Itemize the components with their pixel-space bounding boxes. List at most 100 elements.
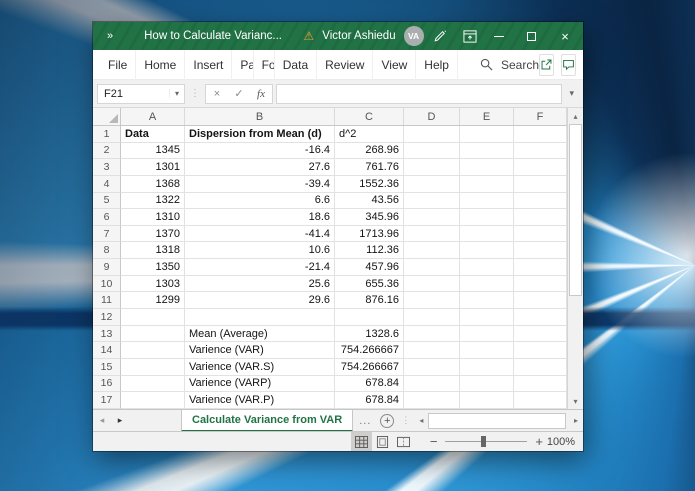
insert-function-button[interactable]: fx: [250, 88, 272, 100]
cell-F11[interactable]: [514, 292, 567, 310]
minimize-button[interactable]: [483, 22, 515, 50]
quick-access-overflow-button[interactable]: »: [93, 30, 124, 42]
scroll-right-icon[interactable]: ▸: [569, 416, 583, 425]
row-header-5[interactable]: 5: [93, 192, 121, 210]
cell-C17[interactable]: 678.84: [335, 392, 404, 409]
cancel-formula-button[interactable]: ×: [206, 88, 228, 100]
cell-F12[interactable]: [514, 309, 567, 326]
row-header-13[interactable]: 13: [93, 325, 121, 343]
column-header-d[interactable]: D: [404, 108, 460, 125]
name-box-dropdown-icon[interactable]: ▾: [168, 89, 184, 98]
cell-A10[interactable]: 1303: [121, 275, 185, 293]
cell-B7[interactable]: -41.4: [185, 225, 335, 243]
cell-C13[interactable]: 1328.6: [335, 325, 404, 343]
cell-B2[interactable]: -16.4: [185, 142, 335, 160]
enter-formula-button[interactable]: ✓: [228, 87, 250, 100]
zoom-in-button[interactable]: +: [535, 434, 543, 449]
row-header-9[interactable]: 9: [93, 259, 121, 276]
cell-C10[interactable]: 655.36: [335, 275, 404, 293]
row-header-14[interactable]: 14: [93, 342, 121, 359]
horizontal-scrollbar-thumb[interactable]: [428, 412, 567, 429]
cell-C5[interactable]: 43.56: [335, 192, 404, 210]
cell-F8[interactable]: [514, 242, 567, 260]
next-sheet-icon[interactable]: ▸: [111, 415, 129, 426]
cell-E10[interactable]: [460, 275, 514, 293]
cell-C11[interactable]: 876.16: [335, 292, 404, 310]
cell-F6[interactable]: [514, 209, 567, 226]
cell-B17[interactable]: Varience (VAR.P): [185, 392, 335, 409]
tab-formulas[interactable]: Formulas: [254, 49, 275, 80]
cell-B1[interactable]: Dispersion from Mean (d): [185, 126, 335, 143]
cell-A3[interactable]: 1301: [121, 159, 185, 176]
cell-A1[interactable]: Data: [121, 126, 185, 143]
cell-F3[interactable]: [514, 159, 567, 176]
cell-D14[interactable]: [404, 342, 460, 359]
cell-E12[interactable]: [460, 309, 514, 326]
page-layout-view-button[interactable]: [372, 432, 393, 451]
ribbon-display-options-icon[interactable]: [457, 22, 483, 50]
cell-D13[interactable]: [404, 325, 460, 343]
more-sheets-button[interactable]: ...: [353, 415, 377, 427]
cell-E4[interactable]: [460, 175, 514, 193]
cell-F1[interactable]: [514, 126, 567, 143]
cell-D8[interactable]: [404, 242, 460, 260]
previous-sheet-icon[interactable]: ◂: [93, 415, 111, 426]
vertical-scrollbar[interactable]: ▴ ▾: [567, 108, 583, 409]
cell-A17[interactable]: [121, 392, 185, 409]
formula-input[interactable]: [276, 83, 563, 104]
cell-F10[interactable]: [514, 275, 567, 293]
tab-review[interactable]: Review: [317, 49, 374, 80]
row-header-10[interactable]: 10: [93, 275, 121, 293]
cell-D2[interactable]: [404, 142, 460, 160]
name-box[interactable]: F21 ▾: [97, 83, 185, 104]
row-header-1[interactable]: 1: [93, 126, 121, 143]
cell-B16[interactable]: Varience (VARP): [185, 375, 335, 393]
maximize-button[interactable]: [515, 22, 547, 50]
cell-B6[interactable]: 18.6: [185, 209, 335, 226]
cell-F17[interactable]: [514, 392, 567, 409]
tab-page-layout[interactable]: Page Lay: [232, 49, 254, 80]
cell-A7[interactable]: 1370: [121, 225, 185, 243]
cell-D3[interactable]: [404, 159, 460, 176]
cell-E1[interactable]: [460, 126, 514, 143]
scroll-left-icon[interactable]: ◂: [414, 416, 428, 425]
cell-F9[interactable]: [514, 259, 567, 276]
cell-C4[interactable]: 1552.36: [335, 175, 404, 193]
page-break-preview-button[interactable]: [393, 432, 414, 451]
cell-E11[interactable]: [460, 292, 514, 310]
cell-F14[interactable]: [514, 342, 567, 359]
zoom-level[interactable]: 100%: [543, 436, 583, 448]
horizontal-scrollbar[interactable]: ◂ ▸: [414, 410, 583, 431]
row-header-15[interactable]: 15: [93, 358, 121, 376]
cell-B14[interactable]: Varience (VAR): [185, 342, 335, 359]
cell-A9[interactable]: 1350: [121, 259, 185, 276]
cell-F4[interactable]: [514, 175, 567, 193]
normal-view-button[interactable]: [350, 432, 372, 451]
cell-F16[interactable]: [514, 375, 567, 393]
column-header-f[interactable]: F: [514, 108, 567, 125]
cell-E9[interactable]: [460, 259, 514, 276]
cell-A4[interactable]: 1368: [121, 175, 185, 193]
cell-C15[interactable]: 754.266667: [335, 358, 404, 376]
cell-A11[interactable]: 1299: [121, 292, 185, 310]
cell-A14[interactable]: [121, 342, 185, 359]
tab-data[interactable]: Data: [275, 49, 318, 80]
cell-D4[interactable]: [404, 175, 460, 193]
cell-B8[interactable]: 10.6: [185, 242, 335, 260]
cell-E3[interactable]: [460, 159, 514, 176]
cell-B5[interactable]: 6.6: [185, 192, 335, 210]
cell-E2[interactable]: [460, 142, 514, 160]
select-all-corner[interactable]: [93, 108, 121, 125]
column-header-e[interactable]: E: [460, 108, 514, 125]
scroll-up-icon[interactable]: ▴: [568, 108, 583, 124]
row-header-7[interactable]: 7: [93, 225, 121, 243]
tab-insert[interactable]: Insert: [185, 49, 233, 80]
cell-A8[interactable]: 1318: [121, 242, 185, 260]
cell-B3[interactable]: 27.6: [185, 159, 335, 176]
cell-B12[interactable]: [185, 309, 335, 326]
cell-D16[interactable]: [404, 375, 460, 393]
cell-D6[interactable]: [404, 209, 460, 226]
cell-D12[interactable]: [404, 309, 460, 326]
cell-F5[interactable]: [514, 192, 567, 210]
cell-E6[interactable]: [460, 209, 514, 226]
